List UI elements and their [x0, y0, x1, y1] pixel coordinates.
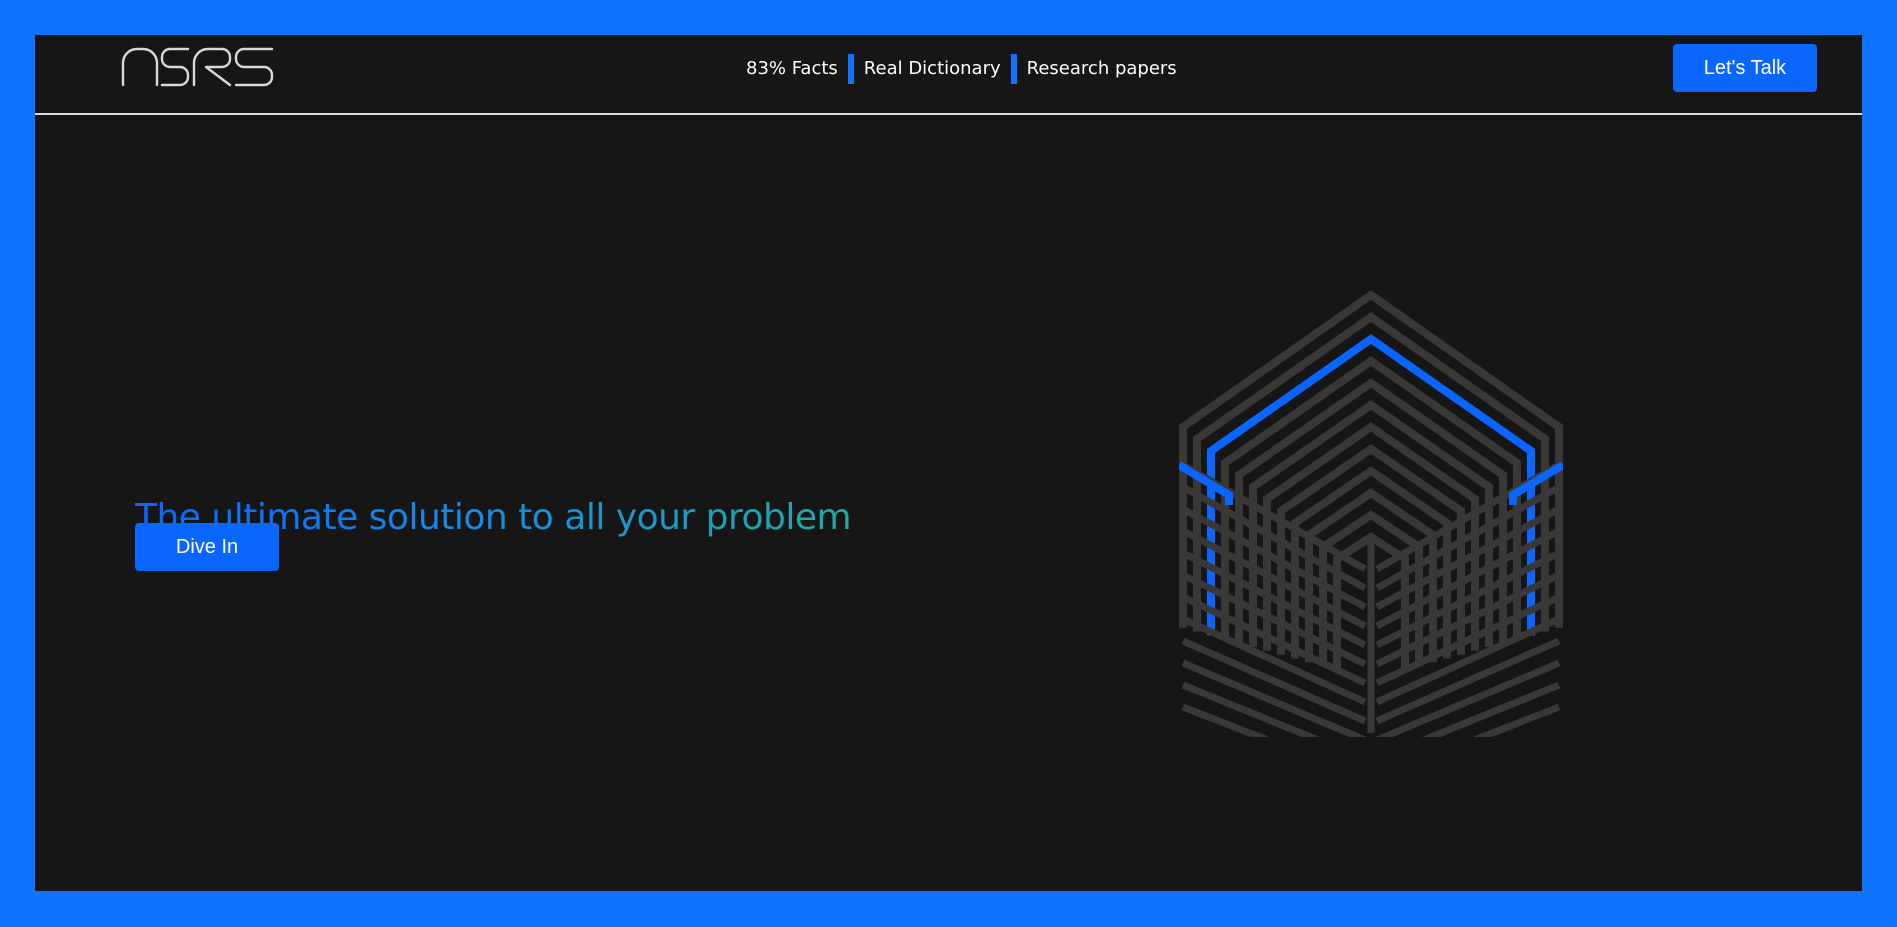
cube-illustration — [1179, 289, 1563, 737]
nav-separator — [1010, 54, 1017, 84]
nav-separator — [847, 54, 854, 84]
logo-wordmark — [121, 47, 274, 87]
top-navbar: 83% Facts Real Dictionary Research paper… — [35, 35, 1862, 115]
cube-left-stripe — [1181, 659, 1367, 737]
cube-icon — [1179, 290, 1563, 737]
cube-right-stripe — [1375, 659, 1561, 737]
nav-link-facts[interactable]: 83% Facts — [746, 54, 838, 84]
lets-talk-button[interactable]: Let's Talk — [1673, 44, 1817, 92]
nav-link-dictionary[interactable]: Real Dictionary — [864, 54, 1001, 84]
page-frame: 83% Facts Real Dictionary Research paper… — [35, 35, 1862, 891]
dive-in-button[interactable]: Dive In — [135, 523, 279, 571]
nav-menu: 83% Facts Real Dictionary Research paper… — [746, 54, 1177, 84]
nav-link-research[interactable]: Research papers — [1027, 54, 1177, 84]
brand-logo[interactable] — [120, 47, 276, 87]
